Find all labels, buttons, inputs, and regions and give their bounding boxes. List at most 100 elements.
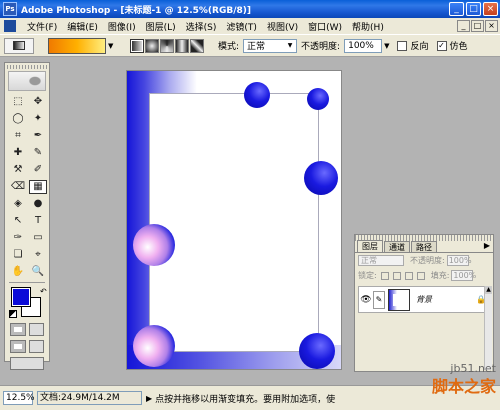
rectangle-tool-icon[interactable]: ▭: [29, 231, 47, 245]
reverse-checkbox[interactable]: 反向: [397, 39, 429, 52]
toolbox-grip[interactable]: [7, 65, 47, 69]
lock-icons: [380, 271, 425, 280]
maximize-button[interactable]: □: [466, 2, 481, 16]
marquee-tool-icon[interactable]: ⬚: [9, 95, 27, 109]
tab-layers[interactable]: 图层: [357, 240, 383, 252]
layers-panel-tabs: 图层 通道 路径 ▶: [355, 240, 493, 253]
document-menu-icon[interactable]: [4, 20, 16, 32]
opacity-arrow-icon[interactable]: ▼: [384, 42, 389, 50]
standard-screen-button[interactable]: [10, 340, 26, 353]
lock-transparency-icon[interactable]: [380, 271, 389, 280]
photoshop-feather-logo[interactable]: [8, 71, 46, 91]
layer-opacity-input[interactable]: 100%: [446, 255, 472, 266]
layer-opacity-label: 不透明度:: [410, 256, 445, 265]
eraser-tool-icon[interactable]: ⌫: [9, 180, 27, 194]
document-canvas[interactable]: [126, 70, 342, 370]
dodge-tool-icon[interactable]: ●: [29, 197, 47, 211]
move-tool-icon[interactable]: ✥: [29, 95, 47, 109]
blue-ball-left: [133, 224, 175, 266]
clone-stamp-tool-icon[interactable]: ⚒: [9, 163, 27, 177]
menu-edit[interactable]: 编辑(E): [62, 20, 103, 33]
blue-ball-top-right: [307, 88, 329, 110]
menu-filter[interactable]: 滤镜(T): [221, 20, 262, 33]
eye-icon[interactable]: 👁: [359, 295, 373, 305]
quick-mask-row: [5, 321, 49, 338]
opacity-input[interactable]: 100%: [344, 38, 383, 53]
dither-checkbox[interactable]: ✓ 仿色: [436, 39, 468, 52]
swap-colors-icon[interactable]: ↶: [40, 287, 47, 296]
options-bar: ▼ 模式: 正常 ▼ 不透明度: 100% ▼ 反向 ✓ 仿色: [0, 35, 500, 57]
gradient-type-group: [130, 38, 204, 53]
jump-to-imageready-button[interactable]: [10, 357, 44, 370]
history-brush-tool-icon[interactable]: ✐: [29, 163, 47, 177]
tab-paths[interactable]: 路径: [411, 241, 437, 252]
layers-scrollbar[interactable]: ▲: [484, 286, 492, 370]
document-info: 文档:24.9M/14.2M: [37, 391, 142, 405]
pen-tool-icon[interactable]: ✑: [9, 231, 27, 245]
path-selection-tool-icon[interactable]: ↖: [9, 214, 27, 228]
doc-restore-button[interactable]: □: [471, 20, 484, 32]
quick-mask-button[interactable]: [28, 323, 44, 336]
full-screen-menu-button[interactable]: [28, 340, 44, 353]
doc-close-button[interactable]: ×: [485, 20, 498, 32]
crop-tool-icon[interactable]: ⌗: [9, 129, 27, 143]
panel-menu-icon[interactable]: ▶: [484, 241, 490, 250]
tab-channels[interactable]: 通道: [384, 241, 410, 252]
minimize-button[interactable]: _: [449, 2, 464, 16]
menu-help[interactable]: 帮助(H): [347, 20, 389, 33]
close-button[interactable]: ×: [483, 2, 498, 16]
brush-icon[interactable]: ✎: [373, 290, 385, 309]
gradient-picker-arrow[interactable]: ▼: [108, 38, 116, 54]
brush-tool-icon[interactable]: ✎: [29, 146, 47, 160]
blend-mode-select[interactable]: 正常: [358, 255, 404, 266]
foreground-color-swatch[interactable]: [11, 287, 31, 307]
menu-select[interactable]: 选择(S): [181, 20, 222, 33]
hand-tool-icon[interactable]: ✋: [9, 265, 27, 279]
layer-row-background[interactable]: 👁 ✎ 背景 🔒: [358, 286, 491, 313]
gradient-tool-button-icon[interactable]: ▦: [29, 180, 47, 194]
zoom-tool-icon[interactable]: 🔍: [29, 265, 47, 279]
menu-bar: 文件(F) 编辑(E) 图像(I) 图层(L) 选择(S) 滤镜(T) 视图(V…: [0, 18, 500, 35]
slice-tool-icon[interactable]: ✒: [29, 129, 47, 143]
zoom-field[interactable]: 12.5%: [3, 391, 35, 405]
healing-brush-tool-icon[interactable]: ✚: [9, 146, 27, 160]
fill-input[interactable]: 100%: [451, 270, 476, 281]
scroll-up-icon[interactable]: ▲: [485, 286, 492, 294]
opacity-value: 100%: [348, 40, 374, 51]
eyedropper-tool-icon[interactable]: ⌖: [29, 248, 47, 262]
lock-row: 锁定: 填充: 100%: [355, 268, 493, 283]
menu-view[interactable]: 视图(V): [262, 20, 303, 33]
default-colors-icon[interactable]: [9, 310, 17, 318]
lock-pixels-icon[interactable]: [392, 271, 401, 280]
gradient-swatch[interactable]: [48, 37, 106, 54]
radial-gradient-button[interactable]: [145, 38, 159, 53]
lock-all-icon[interactable]: [416, 271, 425, 280]
doc-minimize-button[interactable]: _: [457, 20, 470, 32]
opacity-label: 不透明度:: [301, 42, 341, 52]
notes-tool-icon[interactable]: ❏: [9, 248, 27, 262]
angle-gradient-button[interactable]: [160, 38, 174, 53]
standard-mode-button[interactable]: [10, 323, 26, 336]
menu-image[interactable]: 图像(I): [103, 20, 141, 33]
color-swatches: ↶: [8, 287, 47, 321]
type-tool-icon[interactable]: T: [29, 214, 47, 228]
reverse-label: 反向: [410, 42, 429, 52]
mode-select[interactable]: 正常 ▼: [243, 38, 298, 53]
menu-window[interactable]: 窗口(W): [303, 20, 347, 33]
reverse-checkbox-box: [397, 40, 408, 51]
reflected-gradient-button[interactable]: [175, 38, 189, 53]
tool-preset-picker[interactable]: [4, 37, 34, 54]
magic-wand-tool-icon[interactable]: ✦: [29, 112, 47, 126]
diamond-gradient-button[interactable]: [190, 38, 204, 53]
linear-gradient-button[interactable]: [130, 38, 144, 53]
menu-file[interactable]: 文件(F): [22, 20, 62, 33]
status-menu-arrow-icon[interactable]: ▶: [146, 394, 152, 403]
blur-tool-icon[interactable]: ◈: [9, 197, 27, 211]
menu-layer[interactable]: 图层(L): [141, 20, 181, 33]
blue-ball-top-left: [244, 82, 270, 108]
lasso-tool-icon[interactable]: ◯: [9, 112, 27, 126]
lock-position-icon[interactable]: [404, 271, 413, 280]
fill-label: 填充:: [430, 271, 450, 280]
dither-label: 仿色: [449, 42, 468, 52]
blue-ball-right: [304, 161, 338, 195]
